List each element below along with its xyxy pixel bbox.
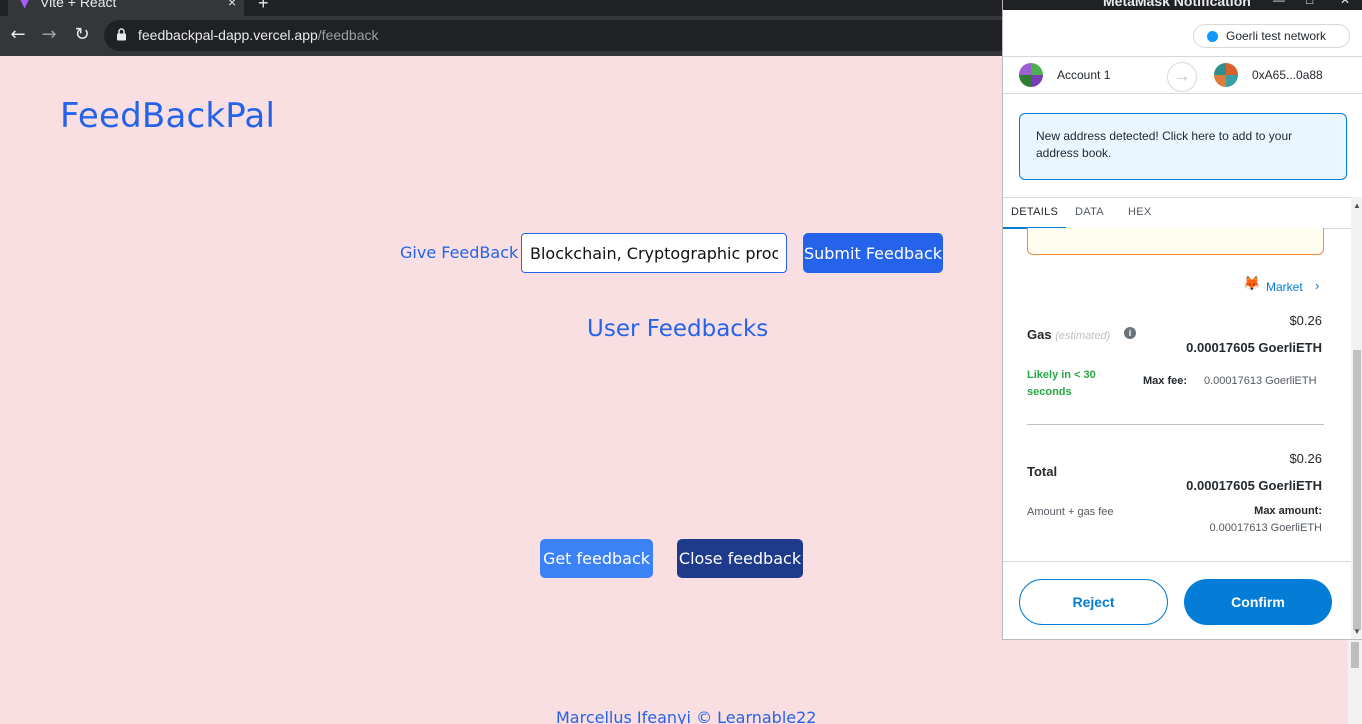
tab-hex[interactable]: HEX — [1128, 206, 1152, 218]
close-feedback-button[interactable]: Close feedback — [677, 539, 803, 578]
footer-credit: Marcellus Ifeanyi © Learnable22 — [556, 708, 817, 724]
max-fee-label: Max fee: — [1143, 375, 1188, 387]
network-selector[interactable]: Goerli test network — [1193, 24, 1350, 48]
max-fee-value: 0.00017613 GoerliETH — [1204, 375, 1317, 387]
max-amount-label: Max amount: — [1254, 505, 1322, 517]
to-address[interactable]: 0xA65...0a88 — [1252, 68, 1323, 82]
url-path: /feedback — [317, 27, 379, 43]
user-feedbacks-heading: User Feedbacks — [587, 316, 769, 342]
from-account[interactable]: Account 1 — [1057, 68, 1110, 82]
gas-eth: 0.00017605 GoerliETH — [1186, 340, 1322, 355]
popup-scrollbar-thumb[interactable] — [1353, 350, 1361, 630]
new-address-alert[interactable]: New address detected! Click here to add … — [1019, 113, 1347, 180]
minimize-icon[interactable]: — — [1273, 0, 1285, 7]
warning-box — [1027, 228, 1324, 255]
popup-scrollbar[interactable]: ▲ ▼ — [1351, 197, 1362, 639]
total-usd: $0.26 — [1289, 451, 1322, 466]
recipient-avatar-icon — [1214, 63, 1238, 87]
market-link[interactable]: Market — [1266, 280, 1303, 294]
amount-gas-label: Amount + gas fee — [1027, 506, 1114, 518]
max-amount-value: 0.00017613 GoerliETH — [1209, 522, 1322, 534]
metamask-fox-icon: 🦊 — [1243, 275, 1261, 291]
window-close-icon[interactable]: ✕ — [1340, 0, 1350, 7]
back-icon[interactable]: ← — [7, 24, 29, 46]
network-label: Goerli test network — [1226, 29, 1327, 43]
page-scrollbar-thumb[interactable] — [1351, 642, 1359, 668]
tab-close-icon[interactable]: × — [228, 0, 236, 10]
vite-favicon-icon: ▼ — [20, 0, 30, 10]
info-icon[interactable]: i — [1124, 327, 1136, 339]
page-scrollbar[interactable] — [1348, 640, 1362, 724]
submit-feedback-button[interactable]: Submit Feedback — [803, 233, 943, 273]
url-text: feedbackpal-dapp.vercel.app/feedback — [138, 27, 379, 43]
new-tab-icon[interactable]: + — [258, 0, 269, 14]
gas-time-estimate: Likely in < 30 seconds — [1027, 369, 1096, 398]
tab-details[interactable]: DETAILS — [1011, 206, 1058, 218]
divider — [1027, 424, 1324, 425]
gas-estimated-text: (estimated) — [1055, 330, 1111, 342]
scroll-down-icon[interactable]: ▼ — [1353, 627, 1361, 636]
action-footer: Reject Confirm — [1003, 561, 1351, 639]
reload-icon[interactable]: ↻ — [71, 24, 93, 46]
gas-label: Gas (estimated) — [1027, 327, 1110, 342]
url-host: feedbackpal-dapp.vercel.app — [138, 27, 318, 43]
tab-title: Vite + React — [40, 0, 117, 10]
arrow-right-icon: → — [1167, 62, 1197, 92]
scroll-up-icon[interactable]: ▲ — [1353, 201, 1361, 210]
get-feedback-button[interactable]: Get feedback — [540, 539, 653, 578]
chevron-right-icon[interactable]: › — [1315, 278, 1319, 293]
total-label: Total — [1027, 464, 1058, 479]
metamask-popup: MetaMask Notification — □ ✕ Goerli test … — [1002, 0, 1362, 640]
browser-tab[interactable]: ▼ Vite + React × — [8, 0, 244, 16]
confirm-button[interactable]: Confirm — [1184, 579, 1332, 625]
lock-icon — [117, 28, 126, 41]
reject-button[interactable]: Reject — [1019, 579, 1168, 625]
gas-label-text: Gas — [1027, 327, 1052, 342]
maximize-icon[interactable]: □ — [1306, 0, 1313, 7]
network-status-icon — [1207, 31, 1218, 42]
total-eth: 0.00017605 GoerliETH — [1186, 478, 1322, 493]
account-avatar-icon — [1019, 63, 1043, 87]
forward-icon[interactable]: → — [38, 24, 60, 46]
feedback-input[interactable] — [521, 233, 787, 273]
tab-data[interactable]: DATA — [1075, 206, 1104, 218]
details-tabs: DETAILS DATA HEX — [1003, 197, 1351, 229]
metamask-titlebar: MetaMask Notification — □ ✕ — [1003, 0, 1362, 10]
brand-logo: FeedBackPal — [60, 96, 276, 136]
sender-recipient-row: Account 1 → 0xA65...0a88 — [1003, 56, 1362, 94]
give-feedback-label: Give FeedBack — [400, 243, 519, 262]
gas-usd: $0.26 — [1289, 313, 1322, 328]
metamask-window-title: MetaMask Notification — [1103, 0, 1251, 9]
